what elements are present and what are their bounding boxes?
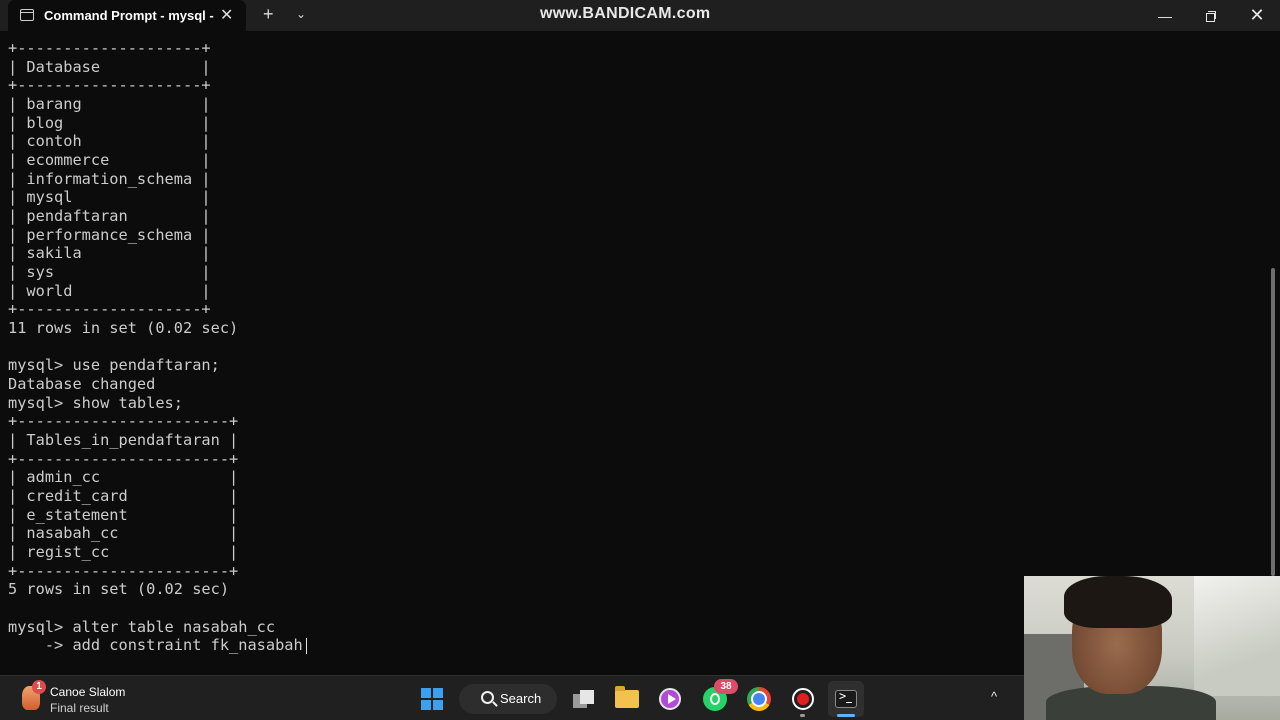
close-window-button[interactable]: ✕	[1234, 0, 1280, 31]
terminal-taskbar-button[interactable]	[828, 681, 864, 717]
webcam-person-hair	[1064, 576, 1172, 628]
taskbar-search[interactable]: Search	[459, 684, 557, 714]
terminal-line: | mysql |	[8, 188, 211, 206]
task-view-button[interactable]	[566, 681, 602, 717]
terminal-line: +-----------------------+	[8, 562, 239, 580]
minimize-button[interactable]: —	[1142, 0, 1188, 31]
terminal-line: | barang |	[8, 95, 211, 113]
windows-logo-icon	[421, 688, 443, 710]
terminal-line: | Database |	[8, 58, 211, 76]
record-icon	[792, 688, 814, 710]
terminal-line: +--------------------+	[8, 300, 211, 318]
notification-badge: 1	[32, 680, 46, 694]
terminal-line: | sys |	[8, 263, 211, 281]
terminal-line: mysql> alter table nasabah_cc	[8, 618, 276, 636]
search-label: Search	[500, 691, 542, 706]
terminal-line: | admin_cc |	[8, 468, 239, 486]
show-hidden-icons-chevron-icon[interactable]: ^	[982, 684, 1006, 708]
webcam-overlay	[1024, 576, 1280, 720]
terminal-line: mysql> use pendaftaran;	[8, 356, 220, 374]
text-cursor	[306, 638, 307, 654]
new-tab-button[interactable]: +	[263, 4, 274, 25]
terminal-line: | e_statement |	[8, 506, 239, 524]
terminal-line: | information_schema |	[8, 170, 211, 188]
terminal-line: | performance_schema |	[8, 226, 211, 244]
whatsapp-unread-badge: 38	[714, 679, 738, 694]
chrome-icon	[747, 687, 771, 711]
bandicam-watermark: www.BANDICAM.com	[540, 5, 711, 22]
tab-dropdown-chevron-icon[interactable]: ⌄	[296, 7, 306, 21]
terminal-line: | blog |	[8, 114, 211, 132]
tab-close-icon[interactable]: ✕	[220, 5, 233, 25]
search-icon	[481, 691, 494, 704]
scrollbar-thumb[interactable]	[1271, 268, 1275, 576]
restore-button[interactable]	[1188, 0, 1234, 31]
terminal-line: +--------------------+	[8, 39, 211, 57]
terminal-line: | world |	[8, 282, 211, 300]
active-app-indicator	[837, 714, 855, 717]
terminal-line: | ecommerce |	[8, 151, 211, 169]
widget-subtitle: Final result	[50, 701, 109, 715]
widget-title: Canoe Slalom	[50, 685, 126, 699]
terminal-tab[interactable]: Command Prompt - mysql -u ✕	[8, 0, 246, 31]
webcam-background-light	[1194, 576, 1280, 696]
folder-icon	[615, 686, 639, 708]
sports-widget[interactable]: 1 Canoe Slalom Final result	[22, 680, 222, 718]
restore-icon	[1206, 10, 1216, 22]
taskbar: 1 Canoe Slalom Final result Search	[0, 675, 1024, 720]
terminal-line: -> add constraint fk_nasabah	[8, 636, 303, 654]
chrome-button[interactable]	[741, 681, 777, 717]
title-bar: Command Prompt - mysql -u ✕ + ⌄ www.BAND…	[0, 0, 1280, 31]
tab-title: Command Prompt - mysql -u	[44, 8, 214, 23]
terminal-line: 11 rows in set (0.02 sec)	[8, 319, 239, 337]
terminal-line: | contoh |	[8, 132, 211, 150]
terminal-line: Database changed	[8, 375, 156, 393]
terminal-line: mysql> show tables;	[8, 394, 183, 412]
file-explorer-button[interactable]	[609, 681, 645, 717]
terminal-line: | nasabah_cc |	[8, 524, 239, 542]
terminal-line: | regist_cc |	[8, 543, 239, 561]
running-indicator	[800, 714, 805, 717]
terminal-line: +-----------------------+	[8, 412, 239, 430]
terminal-icon	[835, 689, 857, 708]
start-button[interactable]	[414, 681, 450, 717]
terminal-line: | pendaftaran |	[8, 207, 211, 225]
recorder-button[interactable]	[785, 681, 821, 717]
terminal-line: | credit_card |	[8, 487, 239, 505]
media-player-button[interactable]	[652, 681, 688, 717]
terminal-line: | sakila |	[8, 244, 211, 262]
command-prompt-icon	[20, 9, 34, 21]
play-icon	[659, 688, 681, 710]
terminal-line: +--------------------+	[8, 76, 211, 94]
task-view-icon	[573, 690, 595, 708]
terminal-line: +-----------------------+	[8, 450, 239, 468]
terminal-line: | Tables_in_pendaftaran |	[8, 431, 239, 449]
terminal-line: 5 rows in set (0.02 sec)	[8, 580, 230, 598]
